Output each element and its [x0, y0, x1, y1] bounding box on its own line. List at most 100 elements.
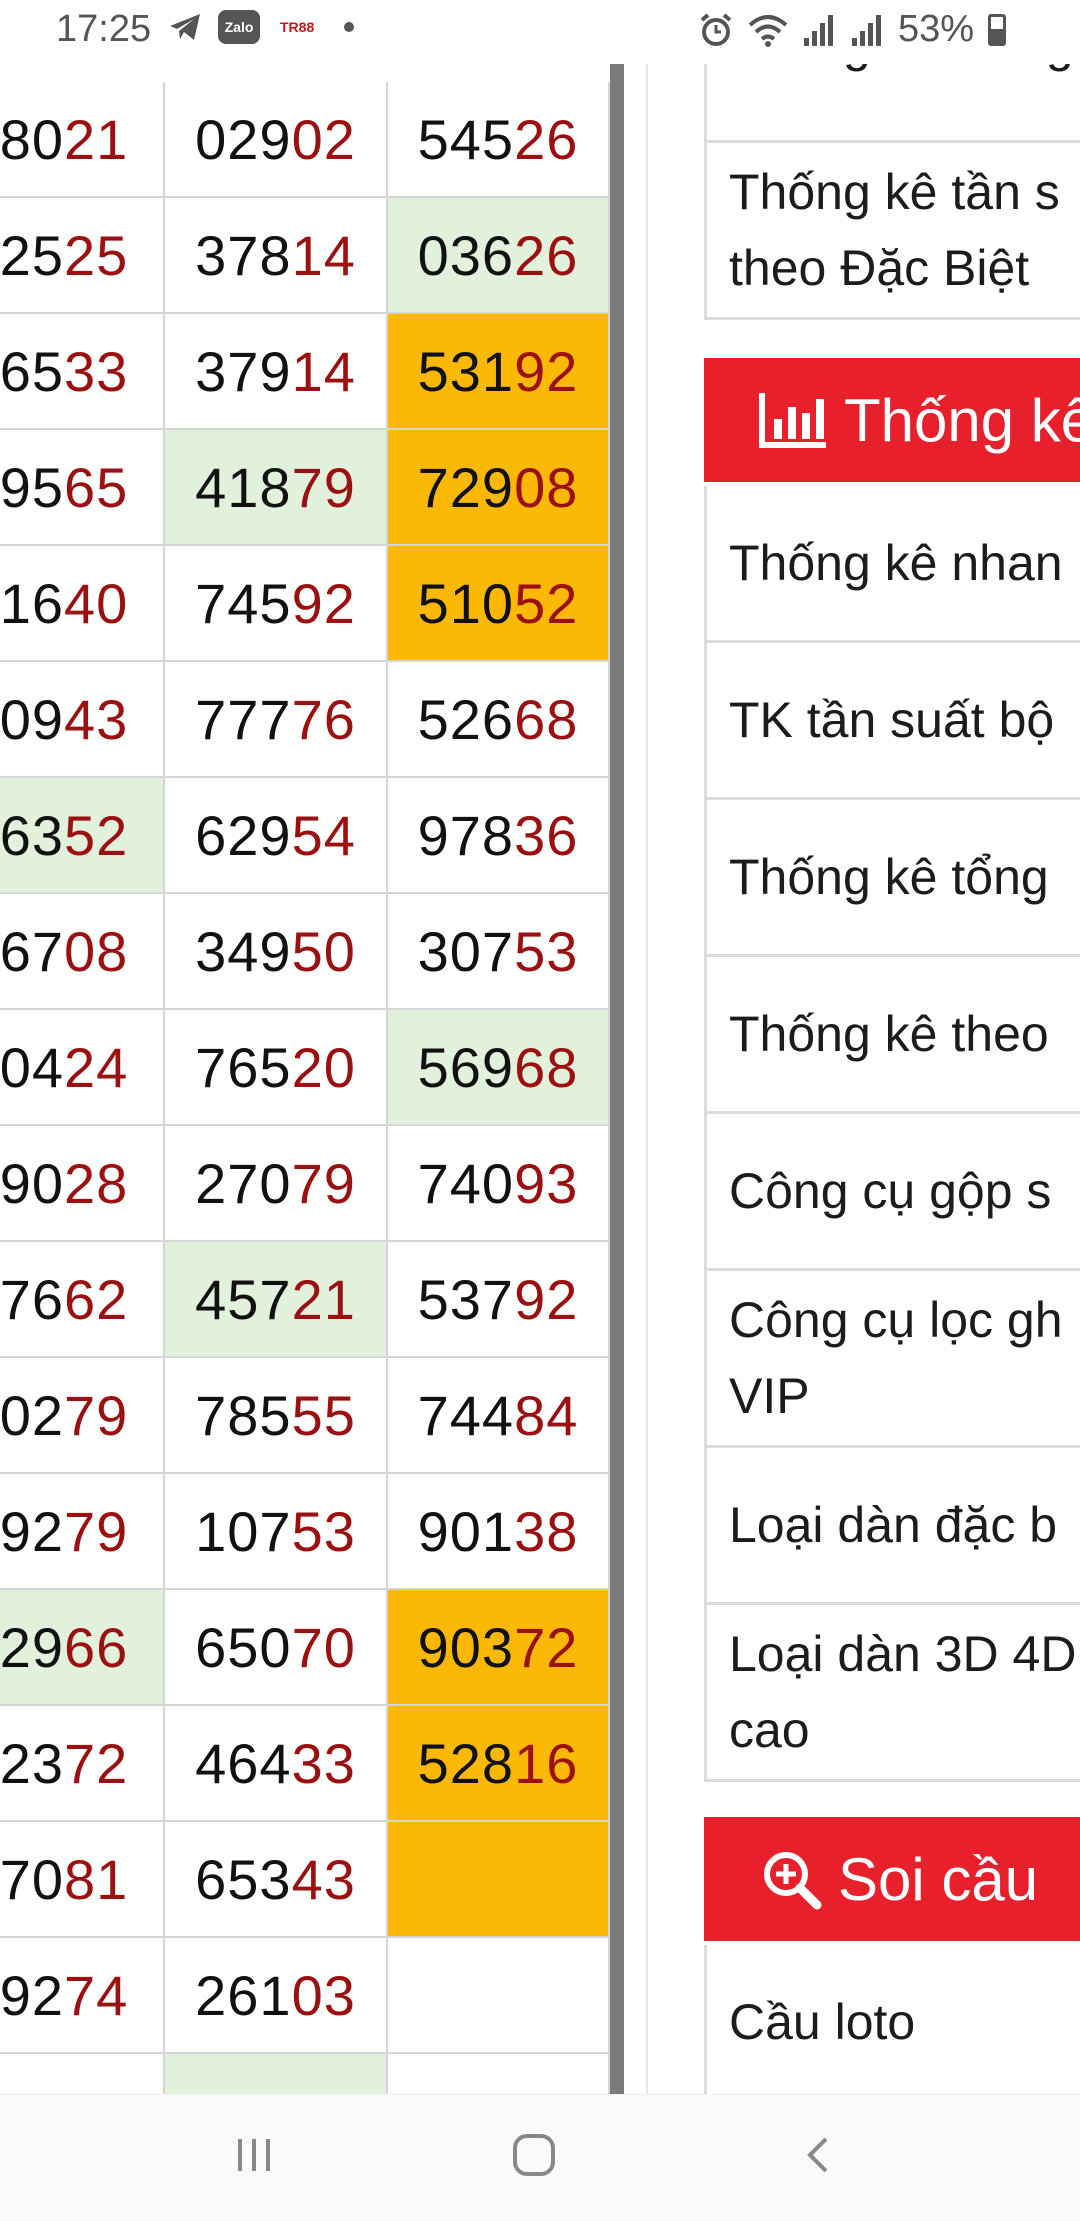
cell-number-head: 629	[195, 803, 292, 867]
cell-number-tail: 74	[64, 1963, 129, 2027]
sidebar-item-label: Thống kê tần s	[729, 164, 1060, 220]
table-cell: 65 33	[0, 314, 165, 430]
cell-number-tail: 43	[291, 1847, 356, 1911]
back-icon[interactable]	[796, 2133, 840, 2177]
table-cell: 307 53	[388, 894, 610, 1010]
cell-number-head: 65	[0, 339, 64, 403]
cell-number-head: 777	[195, 687, 292, 751]
cell-number-tail: 33	[64, 339, 129, 403]
table-cell: 978 36	[388, 778, 610, 894]
sidebar-item-cong-cu-loc[interactable]: Công cụ lọc gh VIP	[704, 1271, 1080, 1448]
results-grid: 80 21 029 02 545 26 25 25 378 14 036 26 65 33 379 14 531…	[0, 82, 610, 2094]
sidebar-item-thong-ke-nhanh[interactable]: Thống kê nhan	[704, 486, 1080, 643]
cell-number-head: 765	[195, 1035, 292, 1099]
table-cell: 09 43	[0, 662, 165, 778]
status-time: 17:25	[56, 8, 152, 50]
sidebar-item-label: Thống kê tổng	[729, 849, 1049, 905]
cell-number-head: 545	[417, 107, 515, 171]
cell-number-head: 745	[195, 571, 292, 635]
home-icon[interactable]	[512, 2133, 556, 2177]
table-cell	[165, 2054, 388, 2094]
cell-number-tail: 16	[514, 1731, 579, 1795]
cell-number-tail: 53	[514, 919, 579, 983]
wifi-icon	[748, 14, 788, 47]
cell-number-tail: 40	[64, 571, 129, 635]
table-cell: 650 70	[165, 1590, 388, 1706]
signal-icon	[803, 14, 833, 46]
cell-number-tail: 93	[514, 1151, 579, 1215]
cell-number-head: 261	[195, 1963, 292, 2027]
section-header-thong-ke[interactable]: Thống kê	[704, 358, 1080, 482]
section-title: Thống kê	[844, 386, 1080, 454]
status-left-icons: Zalo TR88	[168, 10, 355, 44]
cell-number-head: 107	[195, 1499, 292, 1563]
recent-apps-icon[interactable]	[232, 2133, 276, 2177]
cell-number-tail: 25	[64, 223, 129, 287]
sidebar-item-label: Công cụ lọc gh	[729, 1292, 1063, 1348]
table-cell	[388, 2054, 610, 2094]
cell-number-head: 729	[417, 455, 515, 519]
sidebar-item-cong-cu-gop[interactable]: Công cụ gộp s	[704, 1114, 1080, 1271]
sidebar-item-thong-ke-tong[interactable]: Thống kê tổng	[704, 800, 1080, 957]
cell-number-head: 92	[0, 1499, 64, 1563]
cell-number-tail: 26	[514, 223, 579, 287]
cell-number-tail: 43	[64, 687, 129, 751]
cell-number-head: 036	[417, 223, 515, 287]
cell-number-tail: 92	[291, 571, 356, 635]
cell-number-tail: 68	[514, 1035, 579, 1099]
table-cell: 740 93	[388, 1126, 610, 1242]
cell-number-tail: 21	[291, 1267, 356, 1331]
sidebar-item-thong-ke-tan-suat[interactable]: Thống kê tần s theo Đặc Biệt	[704, 143, 1080, 320]
cell-number-tail: 70	[291, 1615, 356, 1679]
cell-number-tail: 33	[291, 1731, 356, 1795]
sidebar-item-cau-loto[interactable]: Cầu loto	[704, 1945, 1080, 2094]
cell-number-head: 901	[417, 1499, 515, 1563]
cell-number-head: 16	[0, 571, 64, 635]
cell-number-head: 029	[195, 107, 292, 171]
table-scrollbar[interactable]	[610, 64, 624, 2094]
table-cell: 76 62	[0, 1242, 165, 1358]
sidebar-item-thong-ke-theo[interactable]: Thống kê theo	[704, 957, 1080, 1114]
table-cell: 92 79	[0, 1474, 165, 1590]
sidebar-item-label: VIP	[729, 1368, 810, 1424]
cell-number-head: 270	[195, 1151, 292, 1215]
cell-number-tail: 79	[64, 1499, 129, 1563]
cell-number-head: 528	[417, 1731, 515, 1795]
table-cell: 67 08	[0, 894, 165, 1010]
cell-number-tail: 14	[291, 339, 356, 403]
results-table-area[interactable]: 80 21 029 02 545 26 25 25 378 14 036 26 65 33 379 14 531…	[0, 64, 610, 2094]
cell-number-head: 379	[195, 339, 292, 403]
cell-number-tail: 20	[291, 1035, 356, 1099]
sidebar-item-label: Công cụ gộp s	[729, 1163, 1052, 1219]
cell-number-head: 09	[0, 687, 64, 751]
table-cell: 418 79	[165, 430, 388, 546]
sidebar-menu: Thống kê loto g Thống kê tần s theo Đặc …	[704, 0, 1080, 2094]
table-cell: 745 92	[165, 546, 388, 662]
table-cell: 569 68	[388, 1010, 610, 1126]
cell-number-head: 02	[0, 1383, 64, 1447]
cell-number-tail: 38	[514, 1499, 579, 1563]
cell-number-head: 80	[0, 107, 64, 171]
sidebar-item-label: cao	[729, 1702, 810, 1758]
table-cell: 261 03	[165, 1938, 388, 2054]
sidebar-item-loai-dan-dac-biet[interactable]: Loại dàn đặc b	[704, 1448, 1080, 1605]
status-right-icons: 53%	[698, 8, 1006, 51]
table-cell: 92 74	[0, 1938, 165, 2054]
table-cell: 537 92	[388, 1242, 610, 1358]
cell-number-tail: 79	[64, 1383, 129, 1447]
table-cell	[388, 1822, 610, 1938]
section-header-soi-cau[interactable]: Soi cầu	[704, 1817, 1080, 1941]
cell-number-tail: 24	[64, 1035, 129, 1099]
cell-number-head: 569	[417, 1035, 515, 1099]
sidebar-item-tk-tan-suat-bo[interactable]: TK tần suất bộ	[704, 643, 1080, 800]
telegram-icon	[170, 14, 200, 40]
cell-number-tail: 72	[64, 1731, 129, 1795]
cell-number-head: 744	[417, 1383, 515, 1447]
cell-number-tail: 52	[64, 803, 129, 867]
sidebar-item-loai-dan-3d-4d[interactable]: Loại dàn 3D 4D cao	[704, 1605, 1080, 1782]
table-cell	[0, 2054, 165, 2094]
cell-number-head: 464	[195, 1731, 292, 1795]
cell-number-head: 70	[0, 1847, 64, 1911]
table-cell: 545 26	[388, 82, 610, 198]
cell-number-head: 90	[0, 1151, 64, 1215]
